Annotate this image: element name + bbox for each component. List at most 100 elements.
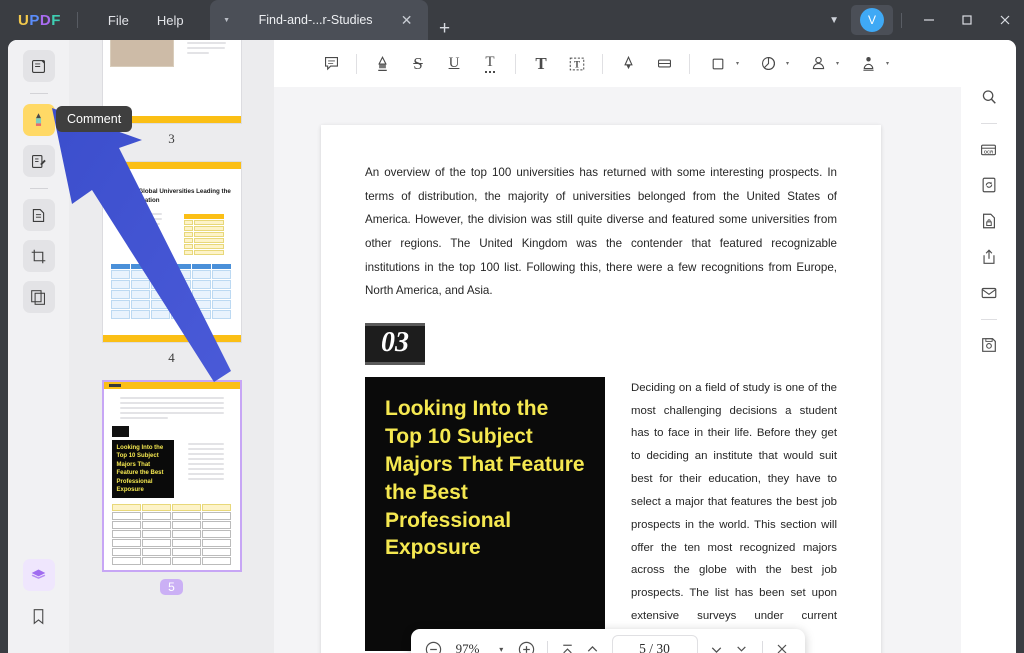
- right-rail-divider-2: [981, 319, 997, 320]
- sidebar-item-crop[interactable]: [23, 240, 55, 272]
- menu-file[interactable]: File: [94, 7, 143, 34]
- sticker-tool-group[interactable]: ▾: [750, 49, 792, 79]
- tab-strip: ▼ Find-and-...r-Studies ✕ +: [210, 0, 462, 40]
- thumb-header-bar: [103, 162, 241, 169]
- toolbar-divider-4: [689, 54, 690, 74]
- chevron-down-icon-signature[interactable]: ▾: [886, 60, 889, 67]
- prev-page-button[interactable]: [580, 634, 606, 653]
- left-rail-bottom: [8, 559, 69, 641]
- strikethrough-icon[interactable]: S: [403, 49, 433, 79]
- shape-icon[interactable]: [703, 49, 733, 79]
- logo-letter-u: U: [18, 12, 29, 29]
- toolbar-divider-3: [602, 54, 603, 74]
- left-toolbar: [8, 40, 69, 653]
- comment-tooltip: Comment: [56, 106, 132, 132]
- toolbar-divider-2: [515, 54, 516, 74]
- svg-text:OCR: OCR: [984, 149, 994, 154]
- sidebar-item-reader-view[interactable]: [23, 50, 55, 82]
- titlebar-divider: [77, 12, 78, 28]
- app-window: 3 The Best Global Universities Leading t…: [8, 40, 1016, 653]
- updf-logo: UPDF: [18, 12, 61, 29]
- thumbnail-heading-5: Looking Into the Top 10 Subject Majors T…: [117, 444, 169, 494]
- sidebar-item-page-tools[interactable]: [23, 199, 55, 231]
- thumbnail-page-4[interactable]: The Best Global Universities Leading the…: [102, 161, 242, 343]
- chevron-down-icon[interactable]: ▼: [218, 17, 236, 24]
- window-close-button[interactable]: [986, 0, 1024, 40]
- logo-letter-p: P: [29, 12, 40, 29]
- section-body: Looking Into the Top 10 Subject Majors T…: [365, 377, 837, 651]
- signature-icon[interactable]: [853, 49, 883, 79]
- tab-title: Find-and-...r-Studies: [236, 13, 396, 27]
- share-icon[interactable]: [974, 242, 1004, 272]
- highlight-icon[interactable]: [367, 49, 397, 79]
- ocr-icon[interactable]: OCR: [974, 134, 1004, 164]
- sidebar-item-comment[interactable]: [23, 104, 55, 136]
- menu-help[interactable]: Help: [143, 7, 198, 34]
- underline-icon[interactable]: U: [439, 49, 469, 79]
- right-toolbar: OCR: [961, 40, 1016, 653]
- avatar-container[interactable]: V: [851, 5, 893, 35]
- thumbnail-label-3: 3: [168, 131, 175, 147]
- avatar[interactable]: V: [860, 8, 884, 32]
- chevron-down-icon-stamp[interactable]: ▾: [836, 60, 839, 67]
- toolbar-divider-1: [356, 54, 357, 74]
- thumbnail-page-5[interactable]: Looking Into the Top 10 Subject Majors T…: [102, 380, 242, 572]
- rail-divider-2: [30, 188, 48, 189]
- signature-tool-group[interactable]: ▾: [850, 49, 892, 79]
- titlebar-right: ▼ V: [817, 0, 1024, 40]
- svg-text:T: T: [574, 59, 580, 69]
- sidebar-item-edit-pdf[interactable]: [23, 145, 55, 177]
- thumbnail-label-5: 5: [160, 579, 183, 595]
- sticker-icon[interactable]: [753, 49, 783, 79]
- squiggly-underline-icon[interactable]: T: [475, 49, 505, 79]
- first-page-button[interactable]: [554, 634, 580, 653]
- convert-icon[interactable]: [974, 170, 1004, 200]
- logo-letter-f: F: [51, 12, 61, 29]
- intro-paragraph: An overview of the top 100 universities …: [365, 161, 837, 303]
- text-icon[interactable]: T: [526, 49, 556, 79]
- shape-tool-group[interactable]: ▾: [700, 49, 742, 79]
- title-bar: UPDF File Help ▼ Find-and-...r-Studies ✕…: [0, 0, 1024, 40]
- eraser-icon[interactable]: [649, 49, 679, 79]
- annotation-toolbar: S U T T T ▾: [274, 40, 961, 87]
- document-canvas[interactable]: An overview of the top 100 universities …: [274, 87, 961, 653]
- sticky-note-icon[interactable]: [316, 49, 346, 79]
- maximize-button[interactable]: [948, 0, 986, 40]
- new-tab-button[interactable]: +: [428, 18, 462, 40]
- sidebar-item-bookmarks-panel[interactable]: [23, 600, 55, 632]
- page-navigation-toolbar[interactable]: 97% ▾ 5 / 30: [411, 629, 805, 653]
- sidebar-item-organize-pages[interactable]: [23, 281, 55, 313]
- text-box-icon[interactable]: T: [562, 49, 592, 79]
- section-number: 03: [365, 323, 425, 365]
- zoom-level[interactable]: 97%: [447, 641, 489, 653]
- document-tab[interactable]: ▼ Find-and-...r-Studies ✕: [210, 0, 428, 40]
- last-page-button[interactable]: [729, 634, 755, 653]
- floatbar-divider-1: [547, 641, 548, 653]
- zoom-in-button[interactable]: [514, 634, 540, 653]
- stamp-tool-group[interactable]: ▾: [800, 49, 842, 79]
- search-icon[interactable]: [974, 82, 1004, 112]
- protect-icon[interactable]: [974, 206, 1004, 236]
- next-page-button[interactable]: [704, 634, 730, 653]
- section-heading: Looking Into the Top 10 Subject Majors T…: [365, 377, 605, 651]
- chevron-down-icon-zoom[interactable]: ▾: [489, 634, 515, 653]
- rail-divider: [30, 93, 48, 94]
- thumbnail-heading-4: The Best Global Universities Leading the…: [111, 188, 233, 206]
- chevron-down-icon-shape[interactable]: ▾: [736, 60, 739, 67]
- minimize-button[interactable]: [910, 0, 948, 40]
- thumbnail-label-4: 4: [168, 350, 175, 366]
- email-icon[interactable]: [974, 278, 1004, 308]
- page-indicator[interactable]: 5 / 30: [612, 635, 698, 653]
- close-icon[interactable]: ✕: [396, 12, 418, 29]
- window-divider: [901, 13, 902, 28]
- close-floatbar-button[interactable]: [769, 634, 795, 653]
- stamp-icon[interactable]: [803, 49, 833, 79]
- zoom-out-button[interactable]: [421, 634, 447, 653]
- floatbar-divider-2: [762, 641, 763, 653]
- save-icon[interactable]: [974, 330, 1004, 360]
- pencil-icon[interactable]: [613, 49, 643, 79]
- logo-letter-d: D: [40, 12, 51, 29]
- chevron-down-icon-more[interactable]: ▼: [817, 15, 851, 26]
- chevron-down-icon-sticker[interactable]: ▾: [786, 60, 789, 67]
- sidebar-item-thumbnails-panel[interactable]: [23, 559, 55, 591]
